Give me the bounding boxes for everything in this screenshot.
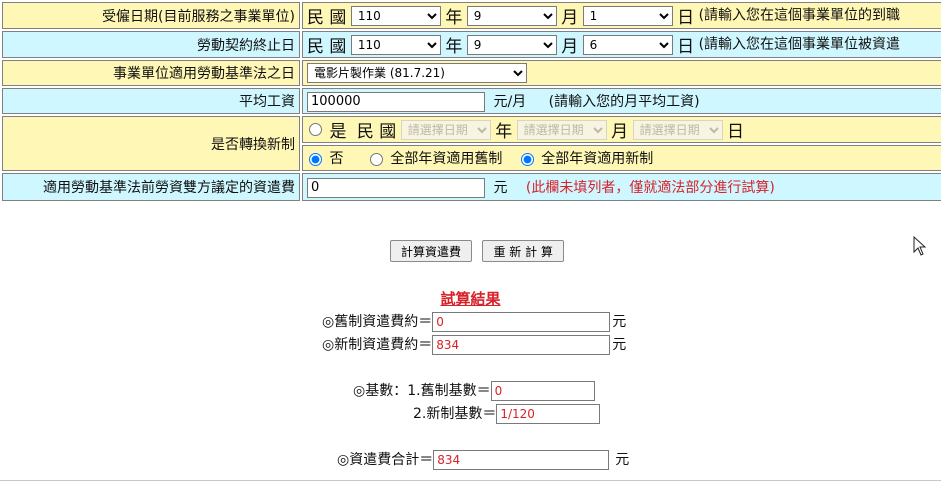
- end-year-select[interactable]: 110: [350, 34, 441, 55]
- old-severance-row: ◎舊制資遣費約＝ 0 元: [322, 311, 626, 332]
- day-unit: 日: [677, 37, 695, 57]
- avg-wage-unit: 元/月: [493, 93, 527, 110]
- year-unit: 年: [495, 122, 513, 142]
- old-severance-label: ◎舊制資遣費約＝: [322, 314, 433, 330]
- unit-label: 元: [615, 452, 630, 468]
- base-old-label: ◎基數：1.舊制基數＝: [353, 383, 491, 399]
- base-new-value: 1/120: [496, 404, 601, 424]
- switch-month-select[interactable]: 請選擇日期: [516, 119, 607, 140]
- pre-law-input[interactable]: [307, 177, 485, 198]
- hire-date-label: 受僱日期(目前服務之事業單位): [2, 2, 300, 29]
- pre-law-row: 適用勞動基準法前勞資雙方議定的資遣費 元 (此欄未填列者，僅就適法部分進行試算): [2, 173, 941, 201]
- switch-options: 否 全部年資適用舊制 全部年資適用新制: [302, 145, 941, 171]
- end-month-select[interactable]: 9: [466, 34, 557, 55]
- base-old-row: ◎基數：1.舊制基數＝ 0: [353, 380, 595, 401]
- action-buttons: 計算資遣費 重 新 計 算: [390, 240, 570, 262]
- end-date-label: 勞動契約終止日: [2, 31, 300, 58]
- old-severance-value: 0: [432, 312, 611, 332]
- result-title: 試算結果: [440, 290, 501, 308]
- hire-day-select[interactable]: 1: [582, 5, 673, 26]
- hire-date-hint: (請輸入您在這個事業單位的到職: [698, 7, 901, 24]
- end-date-hint: (請輸入您在這個事業單位被資遣: [698, 36, 901, 53]
- switch-year-select[interactable]: 請選擇日期: [400, 119, 491, 140]
- switch-day-select[interactable]: 請選擇日期: [632, 119, 723, 140]
- industry-select[interactable]: 電影片製作業 (81.7.21): [307, 63, 527, 83]
- end-date-fields: 民 國 110 年 9 月 6 日 (請輸入您在這個事業單位被資遣: [302, 31, 941, 58]
- switch-row-1: 是否轉換新制 是 民 國 請選擇日期 年 請選擇日期 月 請選擇日期 日: [2, 116, 941, 171]
- end-date-row: 勞動契約終止日 民 國 110 年 9 月 6 日 (請輸入您在這個事業單位被資…: [2, 31, 941, 58]
- hire-month-select[interactable]: 9: [466, 5, 557, 26]
- switch-no-radio[interactable]: [309, 152, 322, 166]
- bottom-divider: [0, 480, 941, 481]
- all-new-system-label: 全部年資適用新制: [541, 151, 654, 167]
- day-unit: 日: [727, 122, 745, 142]
- era-label: 民 國: [307, 8, 347, 28]
- year-unit: 年: [445, 8, 463, 28]
- mouse-cursor-icon: [913, 236, 927, 256]
- avg-wage-row: 平均工資 元/月 (請輸入您的月平均工資): [2, 88, 941, 114]
- pre-law-label: 適用勞動基準法前勞資雙方議定的資遣費: [2, 173, 300, 201]
- new-severance-value: 834: [432, 335, 611, 355]
- total-value: 834: [433, 450, 610, 470]
- switch-yes-radio[interactable]: [309, 123, 322, 136]
- pre-law-hint: (此欄未填列者，僅就適法部分進行試算): [525, 179, 775, 196]
- avg-wage-hint: (請輸入您的月平均工資): [548, 93, 700, 110]
- all-new-system-radio[interactable]: [520, 152, 534, 166]
- era-label: 民 國: [307, 37, 347, 57]
- total-row: ◎資遣費合計＝ 834 元: [337, 449, 629, 470]
- switch-no-label: 否: [329, 151, 344, 167]
- switch-label: 是否轉換新制: [2, 116, 300, 171]
- avg-wage-input[interactable]: [307, 91, 485, 112]
- hire-date-fields: 民 國 110 年 9 月 1 日 (請輸入您在這個事業單位的到職: [302, 2, 941, 29]
- reset-button[interactable]: 重 新 計 算: [482, 240, 564, 262]
- base-old-value: 0: [490, 381, 595, 401]
- severance-form: 受僱日期(目前服務之事業單位) 民 國 110 年 9 月 1 日 (請輸入您在…: [0, 0, 941, 203]
- calculate-button[interactable]: 計算資遣費: [390, 240, 473, 262]
- avg-wage-field: 元/月 (請輸入您的月平均工資): [302, 88, 941, 114]
- base-new-label: 2.新制基數＝: [413, 406, 497, 422]
- day-unit: 日: [677, 8, 695, 28]
- hire-date-row: 受僱日期(目前服務之事業單位) 民 國 110 年 9 月 1 日 (請輸入您在…: [2, 2, 941, 29]
- switch-yes-label: 是: [329, 122, 347, 142]
- month-unit: 月: [561, 37, 579, 57]
- avg-wage-label: 平均工資: [2, 88, 300, 114]
- pre-law-unit: 元: [493, 179, 508, 196]
- law-date-field: 電影片製作業 (81.7.21): [302, 60, 941, 86]
- month-unit: 月: [561, 8, 579, 28]
- year-unit: 年: [445, 37, 463, 57]
- end-day-select[interactable]: 6: [582, 34, 673, 55]
- new-severance-row: ◎新制資遣費約＝ 834 元: [322, 334, 626, 355]
- pre-law-field: 元 (此欄未填列者，僅就適法部分進行試算): [302, 173, 941, 201]
- era-label: 民 國: [356, 122, 397, 142]
- switch-date-fields: 是 民 國 請選擇日期 年 請選擇日期 月 請選擇日期 日: [302, 116, 941, 143]
- total-label: ◎資遣費合計＝: [337, 452, 434, 468]
- law-date-label: 事業單位適用勞動基準法之日: [2, 60, 300, 86]
- base-new-row: 2.新制基數＝ 1/120: [413, 403, 601, 424]
- unit-label: 元: [612, 314, 627, 330]
- hire-year-select[interactable]: 110: [350, 5, 441, 26]
- law-date-row: 事業單位適用勞動基準法之日 電影片製作業 (81.7.21): [2, 60, 941, 86]
- all-old-system-radio[interactable]: [369, 152, 383, 166]
- unit-label: 元: [612, 337, 627, 353]
- month-unit: 月: [611, 122, 629, 142]
- new-severance-label: ◎新制資遣費約＝: [322, 337, 433, 353]
- all-old-system-label: 全部年資適用舊制: [390, 151, 503, 167]
